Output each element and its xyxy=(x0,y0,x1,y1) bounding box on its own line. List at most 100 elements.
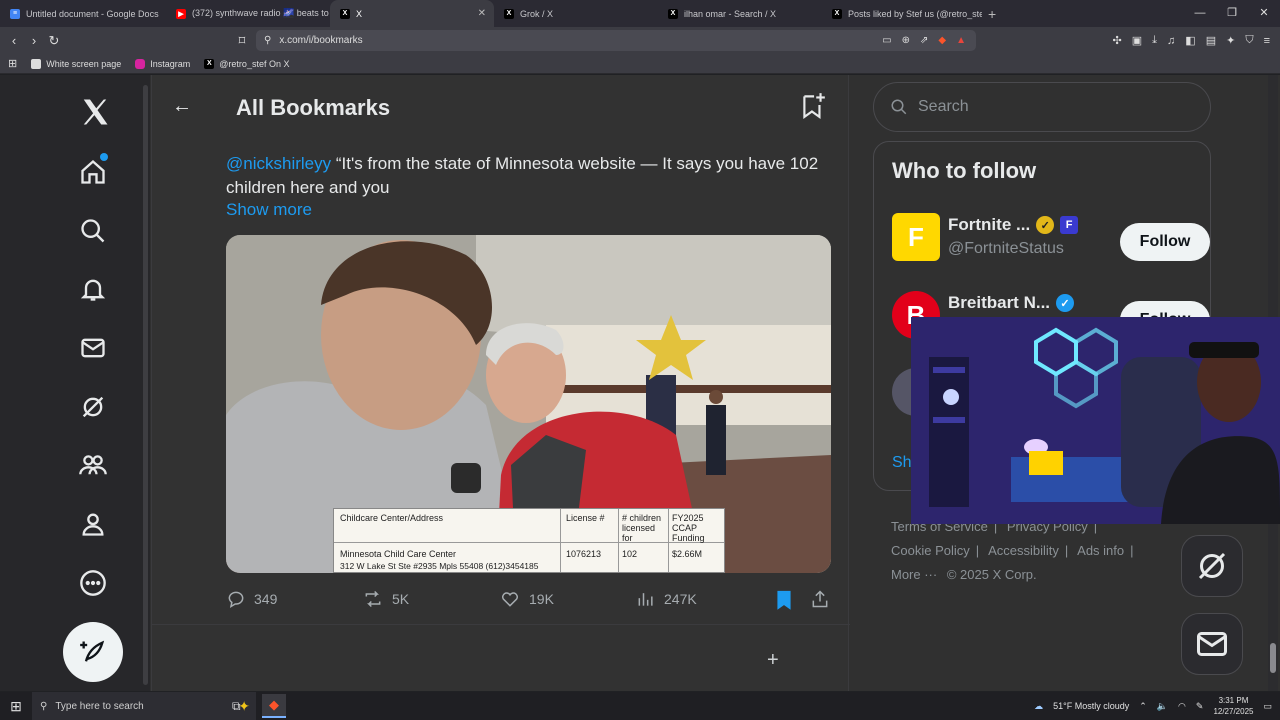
messages-fab[interactable] xyxy=(1181,613,1243,675)
views-button[interactable]: 247K xyxy=(636,589,697,609)
media-icon[interactable]: ♫ xyxy=(1167,35,1175,47)
ads-info-link[interactable]: Ads info xyxy=(1077,543,1124,558)
mail-icon[interactable] xyxy=(78,333,108,363)
verified-blue-icon: ✓ xyxy=(1056,294,1075,312)
tweet-media[interactable]: Childcare Center/Address License # # chi… xyxy=(226,235,831,573)
weather-icon[interactable]: ☁ xyxy=(1034,701,1043,712)
site-info-icon[interactable]: ⚲ xyxy=(264,35,271,46)
tab-grok[interactable]: X Grok / X xyxy=(494,0,658,27)
table-cell-address: 312 W Lake St Ste #2935 Mpls 55408 (612)… xyxy=(340,561,539,571)
tab-liked-posts[interactable]: X Posts liked by Stef us (@retro_stef) / xyxy=(822,0,982,27)
close-icon[interactable]: ✕ xyxy=(478,8,486,19)
apps-grid-icon[interactable]: ⊞ xyxy=(8,57,17,70)
tweet-mention[interactable]: @nickshirleyy xyxy=(226,154,331,173)
back-icon[interactable]: ‹ xyxy=(4,33,24,48)
address-bar[interactable]: ⚲ x.com/i/bookmarks ▭ ⊕ ⇗ ◆ ▲ xyxy=(256,30,976,51)
zoom-icon[interactable]: ⊕ xyxy=(902,35,910,46)
share-icon[interactable]: ⇗ xyxy=(920,35,928,46)
search-input[interactable]: Search xyxy=(873,82,1211,132)
profile-icon[interactable] xyxy=(78,509,108,539)
bookmark-page-icon[interactable]: ⌑ xyxy=(232,33,252,49)
cast-icon[interactable]: ▭ xyxy=(882,35,891,46)
home-icon[interactable] xyxy=(78,157,108,187)
bookmark-retro-stef[interactable]: X @retro_stef On X xyxy=(204,58,289,69)
weather-text[interactable]: 51°F Mostly cloudy xyxy=(1053,701,1129,711)
network-icon[interactable]: ◠ xyxy=(1178,701,1186,712)
avatar: F xyxy=(892,213,940,261)
wallet-icon[interactable]: ▤ xyxy=(1206,34,1216,47)
back-arrow-icon[interactable]: ← xyxy=(172,95,192,118)
tab-label: Grok / X xyxy=(520,8,554,19)
x-logo-icon[interactable] xyxy=(78,95,112,129)
tab-youtube[interactable]: ▶ (372) synthwave radio 🌌 beats to xyxy=(166,0,330,27)
bookmark-button[interactable] xyxy=(774,589,794,611)
tab-google-docs[interactable]: ≡ Untitled document - Google Docs xyxy=(0,0,166,27)
reload-icon[interactable]: ↻ xyxy=(44,33,64,49)
download-icon[interactable]: ⤓ xyxy=(1152,34,1157,47)
repost-count: 5K xyxy=(392,591,410,607)
bell-icon[interactable] xyxy=(78,274,108,304)
brave-taskbar-icon[interactable]: ◆ xyxy=(262,694,286,718)
search-icon: ⚲ xyxy=(40,700,48,712)
url-bar-icons: ▭ ⊕ ⇗ ◆ ▲ xyxy=(882,35,966,46)
show-more-link[interactable]: Sh xyxy=(892,454,912,472)
grok-fab[interactable] xyxy=(1181,535,1243,597)
youtube-icon: ▶ xyxy=(176,8,186,19)
browser-tab-bar: ≡ Untitled document - Google Docs ▶ (372… xyxy=(0,0,1280,27)
repost-button[interactable]: 5K xyxy=(362,589,409,609)
leo-icon[interactable]: ✦ xyxy=(1226,34,1235,47)
bookmark-instagram[interactable]: Instagram xyxy=(135,58,190,69)
tray-chevron-icon[interactable]: ⌃ xyxy=(1139,701,1147,712)
scrollbar-thumb[interactable] xyxy=(1270,643,1276,673)
reply-button[interactable]: 349 xyxy=(226,589,277,609)
windows-start-icon[interactable]: ⊞ xyxy=(0,698,32,715)
extensions-icon[interactable]: ✣ xyxy=(1113,34,1122,47)
share-button[interactable] xyxy=(810,589,830,609)
new-tab-button[interactable]: + xyxy=(988,6,996,22)
task-view-icon[interactable]: ⧉ xyxy=(232,699,241,714)
accessibility-link[interactable]: Accessibility xyxy=(988,543,1059,558)
post-button[interactable] xyxy=(63,622,123,682)
left-scrollbar[interactable] xyxy=(143,85,148,685)
taskbar-search-input[interactable]: ⚲ Type here to search ✦ xyxy=(32,692,256,720)
page-title: All Bookmarks xyxy=(236,95,391,120)
restore-icon[interactable]: ❐ xyxy=(1216,0,1248,27)
plus-icon[interactable]: + xyxy=(767,649,779,672)
bookmark-white-screen[interactable]: White screen page xyxy=(31,58,121,69)
minimize-icon[interactable]: — xyxy=(1184,0,1216,27)
account-fortnite[interactable]: F Fortnite ... ✓ F @FortniteStatus Follo… xyxy=(892,213,1210,263)
brave-shield-icon[interactable]: ◆ xyxy=(938,35,946,46)
tab-search[interactable]: X ilhan omar - Search / X xyxy=(658,0,822,27)
clock[interactable]: 3:31 PM 12/27/2025 xyxy=(1213,695,1253,717)
views-count: 247K xyxy=(664,591,697,607)
bookmarks-bar: ⊞ White screen page Instagram X @retro_s… xyxy=(0,54,1280,74)
time: 3:31 PM xyxy=(1218,696,1249,705)
reply-count: 349 xyxy=(254,591,278,607)
communities-icon[interactable] xyxy=(78,450,108,480)
sidebar-icon[interactable]: ◧ xyxy=(1185,34,1195,47)
screenshot-icon[interactable]: ▣ xyxy=(1132,34,1142,47)
toolbar-icons: ✣ ▣ ⤓ ♫ ◧ ▤ ✦ ⛉ ≡ xyxy=(1113,27,1270,54)
like-button[interactable]: 19K xyxy=(499,589,554,609)
notifications-icon[interactable]: ▭ xyxy=(1263,701,1272,712)
more-link[interactable]: More ··· xyxy=(891,567,937,582)
forward-icon[interactable]: › xyxy=(24,33,44,48)
cookie-link[interactable]: Cookie Policy xyxy=(891,543,970,558)
pen-icon[interactable]: ✎ xyxy=(1196,701,1204,712)
grok-icon[interactable] xyxy=(78,392,108,422)
search-icon[interactable] xyxy=(78,216,108,246)
vpn-icon[interactable]: ⛉ xyxy=(1245,34,1253,47)
menu-icon[interactable]: ≡ xyxy=(1264,35,1270,47)
follow-button[interactable]: Follow xyxy=(1120,223,1210,261)
divider xyxy=(152,624,850,625)
url-text: x.com/i/bookmarks xyxy=(279,35,363,46)
windows-taskbar: ⊞ ⚲ Type here to search ✦ ⧉ ◆ ☁ 51°F Mos… xyxy=(0,692,1280,720)
volume-icon[interactable]: 🔈 xyxy=(1157,701,1168,712)
add-bookmark-folder-icon[interactable] xyxy=(800,91,826,124)
more-icon[interactable] xyxy=(78,568,108,598)
show-more-link[interactable]: Show more xyxy=(226,200,312,220)
close-window-icon[interactable]: ✕ xyxy=(1248,0,1280,27)
license-table: Childcare Center/Address License # # chi… xyxy=(333,508,725,573)
tab-x-bookmarks[interactable]: X X ✕ xyxy=(330,0,494,27)
brave-rewards-icon[interactable]: ▲ xyxy=(956,35,966,46)
